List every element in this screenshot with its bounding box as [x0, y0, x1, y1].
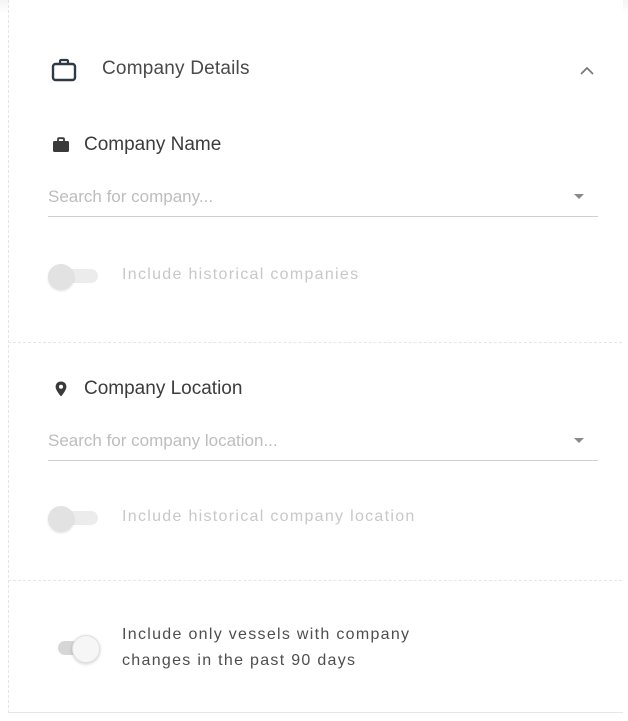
company-name-search-input[interactable] — [48, 182, 548, 212]
historical-companies-label: Include historical companies — [122, 266, 360, 283]
briefcase-outline-icon — [51, 58, 77, 82]
company-location-search[interactable] — [48, 424, 598, 461]
dropdown-caret-icon[interactable] — [574, 438, 584, 443]
section-divider — [8, 342, 622, 343]
recent-changes-toggle[interactable] — [48, 635, 100, 663]
historical-location-row: Include historical company location — [48, 498, 598, 538]
historical-location-toggle[interactable] — [48, 506, 100, 532]
dropdown-caret-icon[interactable] — [574, 194, 584, 199]
company-location-label: Company Location — [84, 378, 243, 399]
section-divider — [8, 580, 622, 581]
briefcase-icon — [53, 137, 69, 152]
recent-changes-label-line1: Include only vessels with company — [122, 626, 411, 643]
toggle-thumb — [72, 635, 100, 663]
company-location-search-input[interactable] — [48, 426, 548, 456]
recent-changes-label-line2: changes in the past 90 days — [122, 652, 357, 669]
company-name-label-row: Company Name — [48, 132, 548, 160]
toggle-thumb — [48, 506, 74, 532]
company-location-label-row: Company Location — [48, 376, 548, 404]
recent-changes-label: Include only vessels with company change… — [122, 622, 410, 674]
section-title: Company Details — [102, 58, 250, 79]
company-name-label: Company Name — [84, 134, 222, 155]
company-details-panel — [8, 0, 623, 713]
location-pin-icon — [55, 381, 67, 397]
company-name-search[interactable] — [48, 180, 598, 217]
recent-changes-row: Include only vessels with company change… — [48, 626, 598, 682]
section-header[interactable]: Company Details — [40, 52, 600, 88]
toggle-thumb — [48, 264, 74, 290]
historical-companies-row: Include historical companies — [48, 256, 598, 296]
chevron-up-icon[interactable] — [576, 60, 598, 82]
historical-companies-toggle[interactable] — [48, 264, 100, 290]
historical-location-label: Include historical company location — [122, 508, 416, 525]
